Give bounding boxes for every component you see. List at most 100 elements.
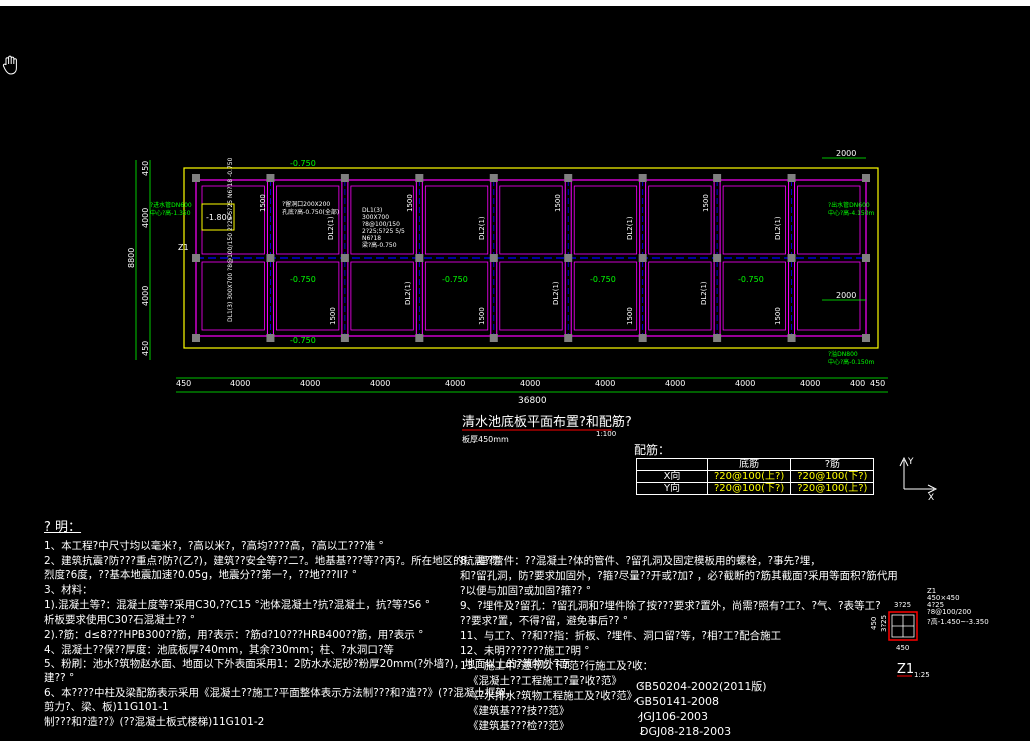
plan-column: [489, 254, 498, 262]
plan-column: [266, 334, 275, 342]
dim-2000-top: 2000: [836, 149, 856, 158]
plan-column: [266, 254, 275, 262]
note-line: 和?留孔洞，防?要求加固外，?箍?尽量??开或?加? ，必?截断的?筋其截面?采…: [460, 570, 898, 582]
rebar-header-blank: [636, 458, 708, 471]
overall-dim: 36800: [518, 396, 547, 406]
plan-column: [415, 174, 424, 182]
note-line: 9、?埋件及?留孔：?留孔洞和?埋件除了按???要求?置外，尚需?照有?工?、?…: [460, 600, 881, 612]
bay-dim-text: 4000: [800, 379, 820, 388]
beam-label-6: DL2(1): [552, 281, 560, 305]
note-line: 12、未明???????施工?明 °: [460, 645, 590, 657]
dim-1500-b: 1500: [406, 194, 414, 212]
beam-label-1: DL2(1): [327, 216, 335, 240]
beam-note-2: 300X700: [362, 214, 389, 221]
note-line: ??要求?置，不得?留，避免事后?? °: [460, 615, 629, 627]
plan-column: [489, 174, 498, 182]
bay-dimension-texts: 450 4000 4000 4000 4000 4000 4000 4000 4000 4000 4…: [176, 379, 885, 388]
notes-heading: ? 明：: [44, 520, 82, 535]
elev-label-4: -0.750: [590, 275, 616, 284]
pipe-out: ?出水管DN600: [828, 201, 870, 209]
opening-note: ?留洞口200X200: [282, 200, 330, 208]
dim-2000-bottom: 2000: [836, 291, 856, 300]
pipe-drain-elev: 中心?高-0.150m: [828, 358, 875, 366]
plan-column: [713, 174, 722, 182]
note-line: 8、埋?管件：??混凝土?体的管件、?留孔洞及固定模板用的螺栓，?事先?埋，: [460, 555, 821, 567]
plan-column: [713, 254, 722, 262]
dim-1500-d: 1500: [702, 194, 710, 212]
rebar-title: 配筋：: [634, 443, 671, 457]
rebar-header-bottom: 底筋: [706, 458, 792, 471]
design-notes: ? 明： 1、本工程?中尺寸均以毫米?，?高以米?，?高均????高，?高以工?…: [0, 515, 1030, 741]
plan-column: [862, 254, 870, 262]
elev-label-1: -0.750: [290, 159, 316, 168]
elev-label-3: -0.750: [442, 275, 468, 284]
beam-label-2: DL2(1): [478, 216, 486, 240]
rebar-table: 底筋 ?筋 X向 ?20@100(上?) ?20@100(下?) Y向 ?20@…: [636, 458, 875, 495]
note-line: 烈度?6度，??基本地震加速?0.05g，地震分??第一?，??地???II? …: [44, 569, 357, 581]
rebar-y-top: ?20@100(上?): [790, 482, 875, 495]
standard-ref: DGJ08-218-2003: [640, 725, 732, 738]
elev-label-6: -0.750: [290, 336, 316, 345]
beam-note-vertical: DL1(3) 300X700 ?8@100/150 2?25 5?25 N6?1…: [227, 157, 234, 322]
rebar-dir-x: X向: [636, 470, 708, 483]
plan-column: [638, 174, 647, 182]
bay-frame: [499, 185, 563, 255]
pipe-out-elev: 中心?高-4.150m: [828, 209, 875, 217]
dim-1500-h: 1500: [774, 307, 782, 325]
axis-y-label: Y: [907, 457, 914, 467]
opening-elev: 孔底?高-0.750(全部): [282, 208, 339, 216]
col-label-plan: Z1: [178, 243, 189, 252]
bay-dim-text: 4000: [665, 379, 685, 388]
plan-column: [266, 174, 275, 182]
left-dim-4: 4000: [141, 286, 150, 306]
left-dim-2: 4000: [141, 208, 150, 228]
plan-column: [489, 334, 498, 342]
note-line: 1、本工程?中尺寸均以毫米?，?高以米?，?高均????高，?高以工???准 °: [44, 540, 384, 552]
dim-1500-g: 1500: [626, 307, 634, 325]
standard-ref: JGJ106-2003: [640, 710, 708, 723]
plan-column: [415, 334, 424, 342]
plan-column: [192, 334, 200, 342]
beam-label-4: DL2(1): [774, 216, 782, 240]
bay-dim-text: 4000: [370, 379, 390, 388]
beam-label-5: DL2(1): [404, 281, 412, 305]
pipe-in: ?进水管DN600: [150, 201, 192, 209]
table-row: Y向 ?20@100(下?) ?20@100(上?): [636, 482, 875, 495]
plan-column: [787, 254, 796, 262]
plan-title-scale: 1:100: [596, 430, 616, 438]
note-line: 13、施工中?遵守以下?范?行施工及?收：: [460, 660, 654, 672]
bay-dim-text: 4000: [735, 379, 755, 388]
dim-1500-e: 1500: [329, 307, 337, 325]
bay-dim-text: 400: [850, 379, 865, 388]
left-dim-3: 8800: [127, 248, 136, 268]
rebar-dir-y: Y向: [636, 482, 708, 495]
bay-frame: [797, 185, 861, 255]
bay-dim-text: 450: [870, 379, 885, 388]
plan-subtitle: 板厚450mm: [462, 434, 509, 444]
beam-label-3: DL2(1): [626, 216, 634, 240]
plan-column: [638, 334, 647, 342]
note-line: 《?水排水?筑物工程施工及?收?范》: [468, 690, 638, 702]
elev-label-5: -0.750: [738, 275, 764, 284]
beam-note-1: DL1(3): [362, 207, 382, 214]
plan-column: [340, 254, 349, 262]
rebar-header-top: ?筋: [790, 458, 875, 471]
plan-column: [340, 334, 349, 342]
note-line: 《混凝土??工程施工?量?收?范》: [468, 675, 622, 687]
plan-title: 清水池底板平面布置?和配筋?: [462, 414, 632, 430]
note-line: 6、本????中柱及梁配筋表示采用《混凝土??施工?平面整体表示方法制???和?…: [44, 687, 517, 699]
elev-label-2: -0.750: [290, 275, 316, 284]
dim-1500-f: 1500: [478, 307, 486, 325]
note-line: 3、材料：: [44, 584, 93, 596]
table-row: X向 ?20@100(上?) ?20@100(下?): [636, 470, 875, 483]
plan-column: [862, 334, 870, 342]
plan-column: [192, 254, 200, 262]
beam-note-4: 2?25;5?25 5/5: [362, 228, 405, 235]
plan-column: [713, 334, 722, 342]
note-line: 2、建筑抗震?防???重点?防?(乙?)，建筑??安全等??二?。地基基???等…: [44, 555, 501, 567]
left-dimension-lines: [135, 160, 151, 360]
note-line: ?以便与加固?或加固?箍?? °: [460, 585, 591, 597]
note-line: 11、与工?、??和??指：折板、?埋件、洞口留?等，?相?工?配合施工: [460, 630, 782, 642]
note-line: 2).?筋：d≤8???HPB300??筋，用?表示：?筋d?10???HRB4…: [44, 629, 424, 641]
left-dim-5: 450: [141, 341, 150, 356]
